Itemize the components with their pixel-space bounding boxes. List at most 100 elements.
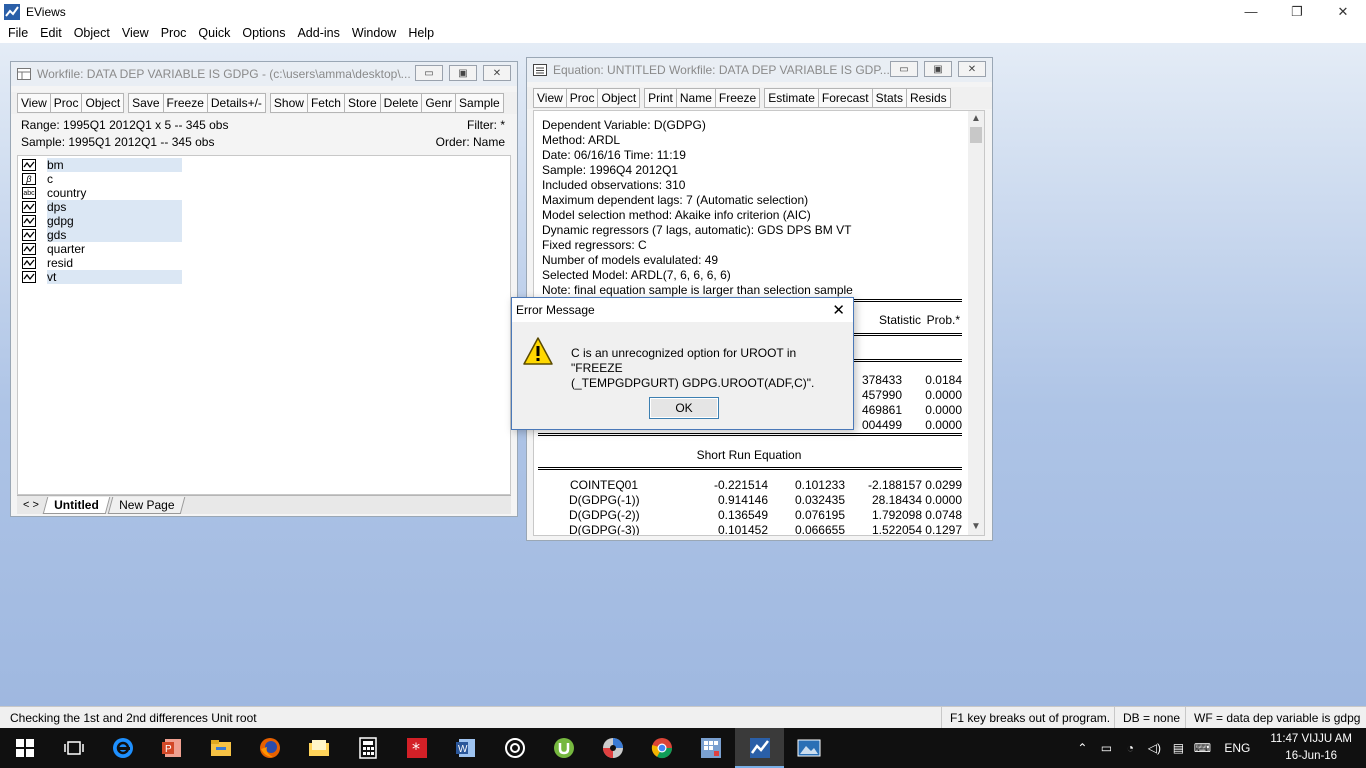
edge-icon[interactable] (98, 728, 147, 768)
photos-icon[interactable] (784, 728, 833, 768)
clock[interactable]: 11:47 VIJJU AM 16-Jun-16 (1270, 731, 1352, 765)
menu-file[interactable]: File (2, 26, 34, 40)
menu-view[interactable]: View (116, 26, 155, 40)
workfile-object-list: bm β c abc country dps gdpg gds quarter … (17, 155, 511, 495)
workfile-order[interactable]: Order: Name (436, 135, 505, 149)
minimize-button[interactable]: — (1228, 0, 1274, 23)
output-line: Model selection method: Akaike info crit… (542, 208, 811, 222)
tab-new-page[interactable]: New Page (107, 496, 186, 514)
dialog-titlebar[interactable]: Error Message ✕ (512, 298, 853, 322)
equation-scrollbar[interactable]: ▲ ▼ (968, 111, 984, 535)
eq-stats-button[interactable]: Stats (871, 88, 906, 108)
word-icon[interactable]: W (441, 728, 490, 768)
output-line: Note: final equation sample is larger th… (542, 283, 853, 297)
list-item-gdpg[interactable]: gdpg (18, 214, 510, 228)
volume-icon[interactable]: ◁) (1142, 741, 1166, 755)
file-explorer-icon[interactable] (196, 728, 245, 768)
wf-object-button[interactable]: Object (81, 93, 125, 113)
language-indicator[interactable]: ENG (1224, 741, 1250, 755)
wf-sample-button[interactable]: Sample (455, 93, 504, 113)
wifi-icon[interactable]: ◔ (1118, 741, 1142, 755)
scroll-down-icon[interactable]: ▼ (968, 519, 984, 535)
workfile-filter[interactable]: Filter: * (467, 118, 505, 132)
menu-help[interactable]: Help (402, 26, 440, 40)
tab-scroll-arrows[interactable]: < > (17, 499, 45, 511)
eviews-taskbar-icon[interactable] (735, 728, 784, 768)
list-item-vt[interactable]: vt (18, 270, 510, 284)
equation-maximize-button[interactable]: ▣ (924, 61, 952, 77)
eq-forecast-button[interactable]: Forecast (817, 88, 872, 108)
equation-close-button[interactable]: ✕ (958, 61, 986, 77)
red-app-icon[interactable]: * (392, 728, 441, 768)
series-icon (22, 257, 36, 269)
app-titlebar: EViews — ❐ ✕ (0, 0, 1366, 23)
eq-proc-button[interactable]: Proc (565, 88, 598, 108)
workfile-titlebar[interactable]: Workfile: DATA DEP VARIABLE IS GDPG - (c… (11, 62, 517, 86)
utorrent-icon[interactable] (539, 728, 588, 768)
workfile-close-button[interactable]: ✕ (483, 65, 511, 81)
eq-estimate-button[interactable]: Estimate (764, 88, 818, 108)
ok-button[interactable]: OK (649, 397, 719, 419)
workfile-minimize-button[interactable]: ▭ (415, 65, 443, 81)
list-item-resid[interactable]: resid (18, 256, 510, 270)
cell-se: 0.076195 (794, 508, 845, 522)
tab-untitled[interactable]: Untitled (42, 496, 110, 514)
firefox-icon[interactable] (245, 728, 294, 768)
cell-prob: 0.0000 (925, 388, 962, 402)
menu-proc[interactable]: Proc (155, 26, 193, 40)
col-header-prob: Prob.* (926, 313, 960, 327)
eq-freeze-button[interactable]: Freeze (714, 88, 761, 108)
list-item-dps[interactable]: dps (18, 200, 510, 214)
menu-quick[interactable]: Quick (192, 26, 236, 40)
menu-object[interactable]: Object (68, 26, 116, 40)
eq-resids-button[interactable]: Resids (905, 88, 951, 108)
wf-view-button[interactable]: View (17, 93, 50, 113)
menu-window[interactable]: Window (346, 26, 402, 40)
eq-object-button[interactable]: Object (597, 88, 641, 108)
media-icon[interactable] (588, 728, 637, 768)
wf-show-button[interactable]: Show (269, 93, 307, 113)
scroll-up-icon[interactable]: ▲ (968, 111, 984, 127)
folder-icon[interactable] (294, 728, 343, 768)
wf-details-button[interactable]: Details+/- (206, 93, 266, 113)
eq-view-button[interactable]: View (533, 88, 566, 108)
chevron-up-icon[interactable]: ⌃ (1070, 741, 1094, 755)
equation-titlebar[interactable]: Equation: UNTITLED Workfile: DATA DEP VA… (527, 58, 992, 82)
eq-print-button[interactable]: Print (644, 88, 676, 108)
menu-edit[interactable]: Edit (34, 26, 68, 40)
list-item-quarter[interactable]: quarter (18, 242, 510, 256)
circle-app-icon[interactable] (490, 728, 539, 768)
calculator-icon[interactable] (343, 728, 392, 768)
list-item-bm[interactable]: bm (18, 158, 510, 172)
wf-store-button[interactable]: Store (343, 93, 380, 113)
chrome-icon[interactable] (637, 728, 686, 768)
wf-genr-button[interactable]: Genr (421, 93, 456, 113)
menu-addins[interactable]: Add-ins (291, 26, 345, 40)
dialog-close-icon[interactable]: ✕ (832, 301, 845, 319)
workfile-maximize-button[interactable]: ▣ (449, 65, 477, 81)
wf-freeze-button[interactable]: Freeze (162, 93, 207, 113)
keyboard-icon[interactable]: ⌨ (1190, 741, 1214, 755)
wf-proc-button[interactable]: Proc (49, 93, 82, 113)
list-item-gds[interactable]: gds (18, 228, 510, 242)
powerpoint-icon[interactable]: P (147, 728, 196, 768)
eq-name-button[interactable]: Name (675, 88, 715, 108)
grid-app-icon[interactable] (686, 728, 735, 768)
scroll-thumb[interactable] (970, 127, 982, 143)
workfile-range[interactable]: Range: 1995Q1 2012Q1 x 5 -- 345 obs (21, 118, 228, 132)
task-view-icon[interactable] (49, 728, 98, 768)
workfile-sample[interactable]: Sample: 1995Q1 2012Q1 -- 345 obs (21, 135, 214, 149)
list-item-c[interactable]: β c (18, 172, 510, 186)
equation-minimize-button[interactable]: ▭ (890, 61, 918, 77)
wf-save-button[interactable]: Save (128, 93, 163, 113)
menu-options[interactable]: Options (236, 26, 291, 40)
notification-icon[interactable]: ▤ (1166, 741, 1190, 755)
restore-button[interactable]: ❐ (1274, 0, 1320, 23)
wf-delete-button[interactable]: Delete (379, 93, 422, 113)
start-icon[interactable] (0, 728, 49, 768)
close-button[interactable]: ✕ (1320, 0, 1366, 23)
status-wf: WF = data dep variable is gdpg (1185, 707, 1360, 729)
battery-icon[interactable]: ▭ (1094, 741, 1118, 755)
list-item-country[interactable]: abc country (18, 186, 510, 200)
wf-fetch-button[interactable]: Fetch (306, 93, 344, 113)
